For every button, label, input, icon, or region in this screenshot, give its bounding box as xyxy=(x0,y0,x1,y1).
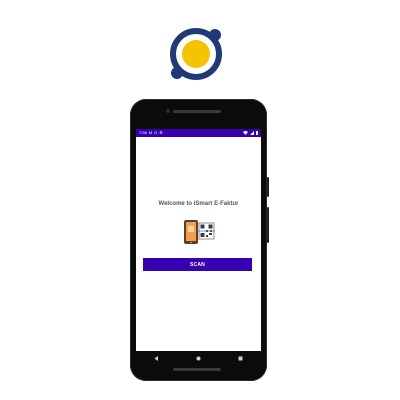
notification-icon-m: M xyxy=(148,130,153,135)
back-icon[interactable] xyxy=(150,352,164,366)
earpiece-speaker xyxy=(173,110,221,113)
notification-icon-settings: ⚙ xyxy=(159,130,163,135)
front-camera xyxy=(166,109,170,113)
notification-icon-g: G xyxy=(154,130,158,135)
status-bar: 7:58 M G ⚙ xyxy=(136,129,261,137)
home-icon[interactable] xyxy=(191,352,205,366)
phone-qr-scan-icon xyxy=(184,220,215,244)
bottom-speaker xyxy=(173,368,221,371)
android-nav-bar xyxy=(136,351,261,366)
recents-icon[interactable] xyxy=(233,352,247,366)
scan-button[interactable]: SCAN xyxy=(143,258,252,271)
app-screen: 7:58 M G ⚙ Welcome to iSmart E-Faktur SC… xyxy=(136,129,261,351)
welcome-title: Welcome to iSmart E-Faktur xyxy=(158,201,239,207)
phone-mockup: 7:58 M G ⚙ Welcome to iSmart E-Faktur SC… xyxy=(130,99,269,381)
signal-icon xyxy=(250,131,254,135)
battery-icon xyxy=(256,131,258,135)
volume-button xyxy=(267,207,269,243)
power-button xyxy=(267,177,269,197)
wifi-icon xyxy=(243,131,248,135)
orbit-logo-icon xyxy=(170,28,222,80)
status-time: 7:58 xyxy=(139,130,147,135)
